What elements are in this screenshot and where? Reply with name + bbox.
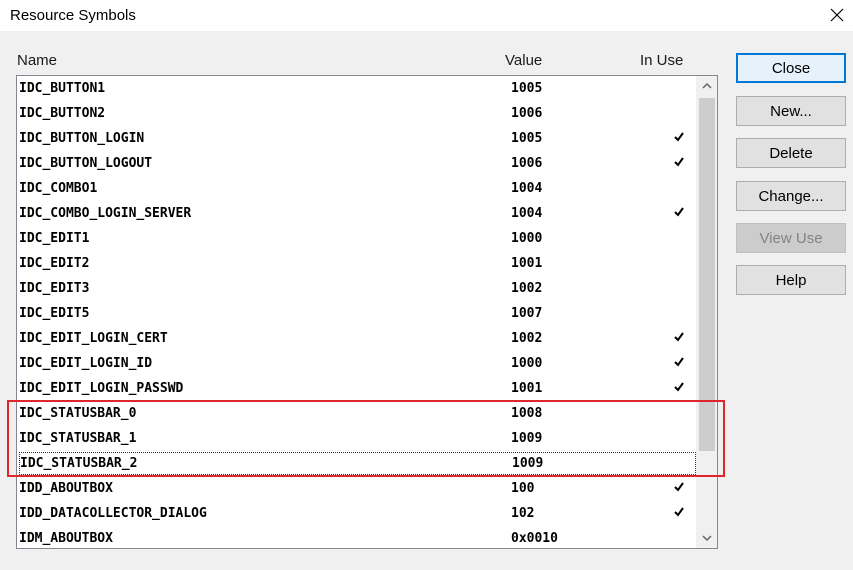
vertical-scrollbar[interactable] [696, 76, 717, 548]
symbol-value: 1005 [511, 81, 543, 96]
list-item[interactable]: IDC_BUTTON2 1006 [17, 101, 697, 126]
list-item[interactable]: IDC_COMBO1 1004 [17, 176, 697, 201]
symbol-value: 0x0010 [511, 531, 558, 546]
list-item[interactable]: IDC_STATUSBAR_1 1009 [17, 426, 697, 451]
delete-button[interactable]: Delete [736, 138, 846, 168]
new-button[interactable]: New... [736, 96, 846, 126]
scrollbar-thumb[interactable] [699, 98, 715, 451]
list-item[interactable]: IDC_EDIT5 1007 [17, 301, 697, 326]
column-header-name[interactable]: Name [17, 52, 57, 69]
list-item[interactable]: IDC_STATUSBAR_2 1009 [18, 451, 697, 476]
symbol-value: 1002 [511, 281, 543, 296]
list-item[interactable]: IDC_STATUSBAR_0 1008 [17, 401, 697, 426]
chevron-down-icon [702, 535, 712, 541]
symbol-name: IDC_EDIT_LOGIN_CERT [19, 331, 168, 346]
symbol-name: IDC_EDIT5 [19, 306, 90, 321]
symbol-name: IDC_COMBO1 [19, 181, 98, 196]
symbol-name: IDC_BUTTON2 [19, 106, 106, 121]
symbol-name: IDD_DATACOLLECTOR_DIALOG [19, 506, 207, 521]
symbol-value: 1000 [511, 356, 543, 371]
symbol-name: IDC_STATUSBAR_0 [19, 406, 137, 421]
checkmark-icon [674, 132, 684, 142]
close-icon [830, 8, 844, 22]
symbol-name: IDC_BUTTON_LOGOUT [19, 156, 153, 171]
checkmark-icon [674, 382, 684, 392]
list-item[interactable]: IDD_ABOUTBOX 100 [17, 476, 697, 501]
symbol-value: 1000 [511, 231, 543, 246]
symbol-value: 100 [511, 481, 535, 496]
symbol-name: IDC_EDIT1 [19, 231, 90, 246]
list-item[interactable]: IDC_EDIT1 1000 [17, 226, 697, 251]
list-item[interactable]: IDC_EDIT_LOGIN_CERT 1002 [17, 326, 697, 351]
symbols-list[interactable]: IDC_BUTTON1 1005 IDC_BUTTON2 1006 IDC_BUTTON… [16, 75, 718, 549]
list-item[interactable]: IDC_EDIT3 1002 [17, 276, 697, 301]
symbol-value: 1008 [511, 406, 543, 421]
window-close-button[interactable] [823, 2, 851, 28]
checkmark-icon [674, 482, 684, 492]
symbol-name: IDC_BUTTON_LOGIN [19, 131, 145, 146]
symbol-name: IDC_COMBO_LOGIN_SERVER [19, 206, 192, 221]
window-title: Resource Symbols [10, 7, 136, 24]
symbol-value: 1005 [511, 131, 543, 146]
symbol-value: 1004 [511, 206, 543, 221]
symbol-value: 1009 [512, 456, 544, 471]
symbol-name: IDM_ABOUTBOX [19, 531, 113, 546]
checkmark-icon [674, 357, 684, 367]
checkmark-icon [674, 507, 684, 517]
list-item[interactable]: IDM_ABOUTBOX 0x0010 [17, 526, 697, 548]
symbol-value: 1007 [511, 306, 543, 321]
symbol-value: 1004 [511, 181, 543, 196]
symbol-value: 1001 [511, 381, 543, 396]
symbol-value: 1006 [511, 106, 543, 121]
chevron-up-icon [702, 83, 712, 89]
list-item[interactable]: IDC_BUTTON1 1005 [17, 76, 697, 101]
scroll-up-button[interactable] [697, 76, 717, 96]
checkmark-icon [674, 157, 684, 167]
symbol-value: 102 [511, 506, 535, 521]
column-header-value[interactable]: Value [505, 52, 542, 69]
list-item[interactable]: IDC_BUTTON_LOGIN 1005 [17, 126, 697, 151]
list-item[interactable]: IDC_BUTTON_LOGOUT 1006 [17, 151, 697, 176]
list-item[interactable]: IDD_DATACOLLECTOR_DIALOG 102 [17, 501, 697, 526]
list-item[interactable]: IDC_EDIT_LOGIN_ID 1000 [17, 351, 697, 376]
change-button[interactable]: Change... [736, 181, 846, 211]
checkmark-icon [674, 207, 684, 217]
column-header-in-use[interactable]: In Use [640, 52, 683, 69]
scroll-down-button[interactable] [697, 528, 717, 548]
symbol-name: IDD_ABOUTBOX [19, 481, 113, 496]
symbol-name: IDC_EDIT_LOGIN_ID [19, 356, 153, 371]
checkmark-icon [674, 332, 684, 342]
list-item[interactable]: IDC_EDIT_LOGIN_PASSWD 1001 [17, 376, 697, 401]
symbol-name: IDC_BUTTON1 [19, 81, 106, 96]
list-item[interactable]: IDC_COMBO_LOGIN_SERVER 1004 [17, 201, 697, 226]
symbol-value: 1002 [511, 331, 543, 346]
help-button[interactable]: Help [736, 265, 846, 295]
symbol-name: IDC_EDIT2 [19, 256, 90, 271]
view-use-button: View Use [736, 223, 846, 253]
symbol-value: 1006 [511, 156, 543, 171]
title-bar: Resource Symbols [0, 0, 853, 31]
symbol-value: 1009 [511, 431, 543, 446]
symbol-name: IDC_STATUSBAR_2 [20, 456, 138, 471]
symbol-name: IDC_EDIT3 [19, 281, 90, 296]
close-button[interactable]: Close [736, 53, 846, 83]
symbol-value: 1001 [511, 256, 543, 271]
symbol-name: IDC_EDIT_LOGIN_PASSWD [19, 381, 184, 396]
symbol-name: IDC_STATUSBAR_1 [19, 431, 137, 446]
list-item[interactable]: IDC_EDIT2 1001 [17, 251, 697, 276]
